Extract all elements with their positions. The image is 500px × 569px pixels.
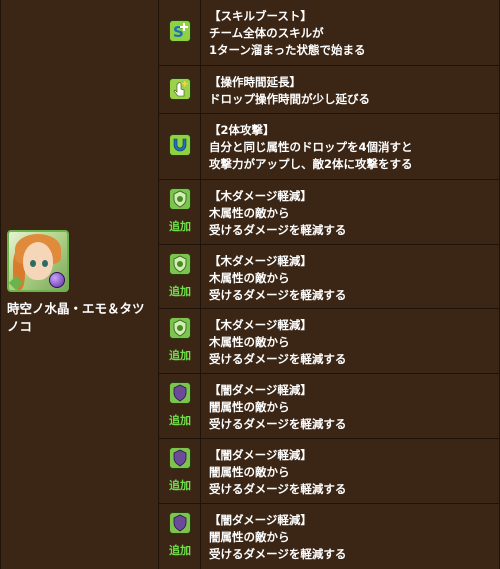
added-label: 追加	[169, 479, 191, 492]
awakening-desc-line: 受けるダメージを軽減する	[209, 482, 347, 496]
awakening-row: S 【スキルブースト】 チーム全体のスキルが 1ターン溜まった状態で始まる	[159, 0, 500, 66]
awakening-text-cell: 【闇ダメージ軽減】 闇属性の敵から 受けるダメージを軽減する	[201, 439, 500, 503]
awakening-title: 【木ダメージ軽減】	[209, 318, 312, 332]
awakening-icon-cell: 追加	[159, 504, 201, 569]
awakening-desc-line: 自分と同じ属性のドロップを4個消すと	[209, 140, 413, 154]
portrait-eye-right	[42, 260, 48, 267]
awakening-desc-line: 闇属性の敵から	[209, 465, 290, 479]
awakening-desc-line: 受けるダメージを軽減する	[209, 547, 347, 561]
portrait-eye-left	[30, 260, 36, 267]
awakening-icon-cell: 追加	[159, 245, 201, 308]
awakening-row: 追加 【闇ダメージ軽減】 闇属性の敵から 受けるダメージを軽減する	[159, 439, 500, 504]
awakening-desc-line: 闇属性の敵から	[209, 400, 290, 414]
wood-resist-icon[interactable]	[169, 188, 191, 210]
awakening-icon-cell	[159, 114, 201, 179]
two-pronged-icon[interactable]	[169, 134, 191, 156]
awakening-row: 追加 【木ダメージ軽減】 木属性の敵から 受けるダメージを軽減する	[159, 180, 500, 245]
awakening-title: 【闇ダメージ軽減】	[209, 448, 312, 462]
dark-resist-icon[interactable]	[169, 447, 191, 469]
awakening-desc-line: 受けるダメージを軽減する	[209, 417, 347, 431]
portrait-face	[23, 242, 53, 280]
awakening-row: 追加 【木ダメージ軽減】 木属性の敵から 受けるダメージを軽減する	[159, 245, 500, 309]
awakening-desc-line: 木属性の敵から	[209, 271, 290, 285]
awakening-desc-line: 木属性の敵から	[209, 206, 290, 220]
awakening-desc-line: 1ターン溜まった状態で始まる	[209, 43, 366, 57]
awakening-text-cell: 【木ダメージ軽減】 木属性の敵から 受けるダメージを軽減する	[201, 309, 500, 373]
awakening-desc-line: 受けるダメージを軽減する	[209, 352, 347, 366]
character-portrait[interactable]	[7, 230, 69, 292]
skill-boost-icon[interactable]: S	[169, 20, 191, 42]
awakening-icon-cell: 追加	[159, 439, 201, 503]
awakening-desc-line: 闇属性の敵から	[209, 530, 290, 544]
awakening-icon-cell	[159, 66, 201, 113]
awakening-text-cell: 【闇ダメージ軽減】 闇属性の敵から 受けるダメージを軽減する	[201, 504, 500, 569]
added-label: 追加	[169, 349, 191, 362]
awakening-title: 【2体攻撃】	[209, 123, 275, 137]
wood-resist-icon[interactable]	[169, 253, 191, 275]
awakening-row: 【2体攻撃】 自分と同じ属性のドロップを4個消すと 攻撃力がアップし、敵2体に攻…	[159, 114, 500, 180]
awakening-desc-line: 攻撃力がアップし、敵2体に攻撃をする	[209, 157, 413, 171]
awakening-icon-cell: 追加	[159, 180, 201, 244]
character-name: 時空ノ水晶・エモ＆タツノコ	[7, 301, 145, 334]
added-label: 追加	[169, 220, 191, 233]
dark-subattribute-orb-icon	[49, 272, 65, 288]
awakening-desc-line: 木属性の敵から	[209, 335, 290, 349]
awakening-row: 追加 【闇ダメージ軽減】 闇属性の敵から 受けるダメージを軽減する	[159, 504, 500, 569]
awakening-desc-line: チーム全体のスキルが	[209, 26, 324, 40]
awakening-text-cell: 【操作時間延長】 ドロップ操作時間が少し延びる	[201, 66, 500, 113]
awakening-desc-line: 受けるダメージを軽減する	[209, 223, 347, 237]
awakening-title: 【スキルブースト】	[209, 9, 312, 23]
awakening-icon-cell: S	[159, 0, 201, 65]
awakening-title: 【闇ダメージ軽減】	[209, 513, 312, 527]
awakening-title: 【闇ダメージ軽減】	[209, 383, 312, 397]
awakening-table: 時空ノ水晶・エモ＆タツノコ S 【スキルブースト】 チーム全体のスキルが 1ター…	[0, 0, 500, 569]
awakening-desc-line: 受けるダメージを軽減する	[209, 288, 347, 302]
awakening-text-cell: 【木ダメージ軽減】 木属性の敵から 受けるダメージを軽減する	[201, 245, 500, 308]
awakening-title: 【木ダメージ軽減】	[209, 254, 312, 268]
awakening-icon-cell: 追加	[159, 309, 201, 373]
awakening-text-cell: 【2体攻撃】 自分と同じ属性のドロップを4個消すと 攻撃力がアップし、敵2体に攻…	[201, 114, 500, 179]
dark-resist-icon[interactable]	[169, 512, 191, 534]
svg-text:S: S	[173, 23, 184, 41]
awakening-row: 追加 【闇ダメージ軽減】 闇属性の敵から 受けるダメージを軽減する	[159, 374, 500, 439]
awakening-text-cell: 【闇ダメージ軽減】 闇属性の敵から 受けるダメージを軽減する	[201, 374, 500, 438]
added-label: 追加	[169, 544, 191, 557]
awakening-title: 【操作時間延長】	[209, 75, 301, 89]
awakening-icon-cell: 追加	[159, 374, 201, 438]
time-extend-icon[interactable]	[169, 78, 191, 100]
awakening-text-cell: 【スキルブースト】 チーム全体のスキルが 1ターン溜まった状態で始まる	[201, 0, 500, 65]
added-label: 追加	[169, 414, 191, 427]
awakening-row: 【操作時間延長】 ドロップ操作時間が少し延びる	[159, 66, 500, 114]
wood-resist-icon[interactable]	[169, 317, 191, 339]
awakening-desc-line: ドロップ操作時間が少し延びる	[209, 92, 370, 106]
character-cell: 時空ノ水晶・エモ＆タツノコ	[1, 0, 159, 569]
awakening-title: 【木ダメージ軽減】	[209, 189, 312, 203]
dark-resist-icon[interactable]	[169, 382, 191, 404]
added-label: 追加	[169, 285, 191, 298]
awakening-text-cell: 【木ダメージ軽減】 木属性の敵から 受けるダメージを軽減する	[201, 180, 500, 244]
awakening-row: 追加 【木ダメージ軽減】 木属性の敵から 受けるダメージを軽減する	[159, 309, 500, 374]
